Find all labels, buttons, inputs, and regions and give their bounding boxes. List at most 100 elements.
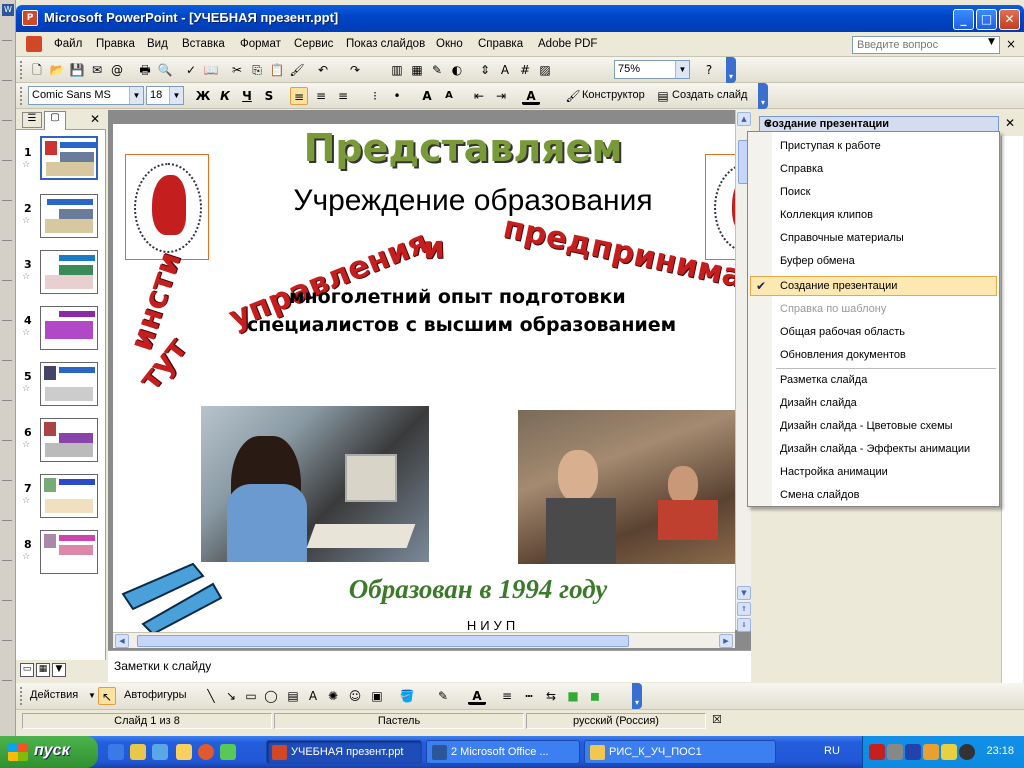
designer-button[interactable]: Конструктор xyxy=(582,89,645,101)
menu-edit[interactable]: Правка xyxy=(96,38,135,50)
slide-thumbnail-3[interactable] xyxy=(40,250,98,294)
tray-icon[interactable] xyxy=(887,744,903,760)
font-select[interactable]: Comic Sans MS ▼ xyxy=(28,86,144,105)
slide-thumbnail-8[interactable] xyxy=(40,530,98,574)
copy-icon[interactable]: ⎘ xyxy=(248,61,266,79)
menu-tools[interactable]: Сервис xyxy=(294,38,333,50)
slide-thumbnail-1[interactable] xyxy=(39,135,99,181)
new-icon[interactable]: 🗋 xyxy=(28,61,46,79)
slide-subtitle[interactable]: Учреждение образования xyxy=(253,184,693,218)
menu-slideshow[interactable]: Показ слайдов xyxy=(346,38,425,50)
minimize-button[interactable]: _ xyxy=(953,9,974,30)
pane-item-slide-design[interactable]: Дизайн слайда xyxy=(780,397,857,409)
pane-item-help[interactable]: Справка xyxy=(780,163,823,175)
toolbar-options-icon[interactable]: ▾ xyxy=(726,57,736,83)
increase-font-icon[interactable]: A xyxy=(418,87,436,105)
align-left-icon[interactable]: ≡ xyxy=(290,87,308,105)
help-icon[interactable]: ? xyxy=(700,61,718,79)
grid-icon[interactable]: # xyxy=(516,61,534,79)
task-folder[interactable]: РИС_К_УЧ_ПОС1 xyxy=(584,740,776,764)
new-slide-button[interactable]: Создать слайд xyxy=(672,89,747,101)
tray-icon[interactable] xyxy=(905,744,921,760)
pane-item-slide-transition[interactable]: Смена слайдов xyxy=(780,489,859,501)
new-slide-icon[interactable]: ▤ xyxy=(654,87,672,105)
pane-item-document-updates[interactable]: Обновления документов xyxy=(780,349,906,361)
picture-icon[interactable]: ▣ xyxy=(368,687,386,705)
slideshow-icon[interactable]: ▼ xyxy=(52,663,66,677)
line-icon[interactable]: ╲ xyxy=(202,687,220,705)
word-icon[interactable]: W xyxy=(2,4,14,16)
pane-item-clipboard[interactable]: Буфер обмена xyxy=(780,255,855,267)
underline-button[interactable]: Ч xyxy=(238,87,256,105)
pane-item-slide-layout[interactable]: Разметка слайда xyxy=(780,374,867,386)
document-close-icon[interactable]: × xyxy=(1006,37,1016,51)
document-icon[interactable] xyxy=(26,36,42,52)
chart-icon[interactable]: ▥ xyxy=(388,61,406,79)
save-icon[interactable]: 💾 xyxy=(68,61,86,79)
founded-text[interactable]: Образован в 1994 году xyxy=(313,574,643,605)
clock-app-icon[interactable] xyxy=(176,744,192,760)
tray-icon[interactable] xyxy=(959,744,975,760)
email-icon[interactable]: @ xyxy=(108,61,126,79)
normal-view-icon[interactable]: ▭ xyxy=(20,663,34,677)
permission-icon[interactable]: ✉ xyxy=(88,61,106,79)
menu-window[interactable]: Окно xyxy=(436,38,463,50)
textbox-icon[interactable]: ▤ xyxy=(284,687,302,705)
designer-icon[interactable]: 🖌 xyxy=(564,87,582,105)
shadow-button[interactable]: S xyxy=(260,87,278,105)
pane-item-new-presentation[interactable]: Создание презентации xyxy=(780,280,897,292)
clock[interactable]: 23:18 xyxy=(986,745,1014,757)
format-painter-icon[interactable]: 🖌 xyxy=(288,61,306,79)
panel-close-icon[interactable]: ✕ xyxy=(90,112,100,126)
pane-item-shared-workspace[interactable]: Общая рабочая область xyxy=(780,326,905,338)
line-color-icon[interactable]: ✎ xyxy=(434,687,452,705)
zoom-select[interactable]: 75% ▼ xyxy=(614,60,690,79)
maximize-button[interactable]: □ xyxy=(976,9,997,30)
oval-icon[interactable]: ◯ xyxy=(262,687,280,705)
autoshapes-menu[interactable]: Автофигуры xyxy=(124,689,187,701)
slide-thumbnail-5[interactable] xyxy=(40,362,98,406)
select-pointer-icon[interactable]: ↖ xyxy=(98,687,116,705)
arrow-icon[interactable]: ↘ xyxy=(222,687,240,705)
close-button[interactable]: ✕ xyxy=(999,9,1020,30)
task-powerpoint[interactable]: УЧЕБНАЯ презент.ppt xyxy=(266,740,422,764)
language-indicator[interactable]: RU xyxy=(824,745,840,757)
shadow-style-icon[interactable]: ■ xyxy=(564,687,582,705)
numbering-icon[interactable]: ⁝ xyxy=(366,87,384,105)
rectangle-icon[interactable]: ▭ xyxy=(242,687,260,705)
research-icon[interactable]: 📖 xyxy=(202,61,220,79)
slide-thumbnail-2[interactable] xyxy=(40,194,98,238)
slide-thumbnail-7[interactable] xyxy=(40,474,98,518)
slide-sorter-icon[interactable]: ▦ xyxy=(36,663,50,677)
paste-icon[interactable]: 📋 xyxy=(268,61,286,79)
tray-icon[interactable] xyxy=(923,744,939,760)
notes-pane[interactable]: Заметки к слайду xyxy=(108,650,751,682)
menu-view[interactable]: Вид xyxy=(147,38,168,50)
arrow-style-icon[interactable]: ⇆ xyxy=(542,687,560,705)
start-button[interactable]: пуск xyxy=(0,736,98,768)
pane-item-research[interactable]: Справочные материалы xyxy=(780,232,904,244)
decrease-indent-icon[interactable]: ⇤ xyxy=(470,87,488,105)
tab-outline[interactable]: ☰ xyxy=(22,112,42,128)
slide-footer[interactable]: НИУП xyxy=(443,618,543,632)
menu-help[interactable]: Справка xyxy=(478,38,523,50)
color-grayscale-icon[interactable]: ▨ xyxy=(536,61,554,79)
cut-icon[interactable]: ✂ xyxy=(228,61,246,79)
expand-icon[interactable]: ⇕ xyxy=(476,61,494,79)
decrease-font-icon[interactable]: A xyxy=(440,87,458,105)
slide-title[interactable]: Представляем xyxy=(293,126,633,170)
pane-item-color-schemes[interactable]: Дизайн слайда - Цветовые схемы xyxy=(780,420,953,432)
toolbar-options-icon-2[interactable]: ▾ xyxy=(758,83,768,109)
menu-file[interactable]: Файл xyxy=(54,38,82,50)
align-right-icon[interactable]: ≡ xyxy=(334,87,352,105)
menu-adobe-pdf[interactable]: Adobe PDF xyxy=(538,38,597,50)
help-dropdown-icon[interactable]: ▼ xyxy=(988,37,995,47)
print-icon[interactable]: 🖶 xyxy=(136,61,154,79)
align-center-icon[interactable]: ≡ xyxy=(312,87,330,105)
actions-dropdown-icon[interactable]: ▼ xyxy=(88,691,96,700)
font-size-select[interactable]: 18 ▼ xyxy=(146,86,184,105)
powerpoint-app-icon[interactable]: P xyxy=(22,10,38,26)
pane-item-clipart[interactable]: Коллекция клипов xyxy=(780,209,873,221)
tab-slides[interactable]: ▢ xyxy=(44,111,66,130)
slide-thumbnail-4[interactable] xyxy=(40,306,98,350)
